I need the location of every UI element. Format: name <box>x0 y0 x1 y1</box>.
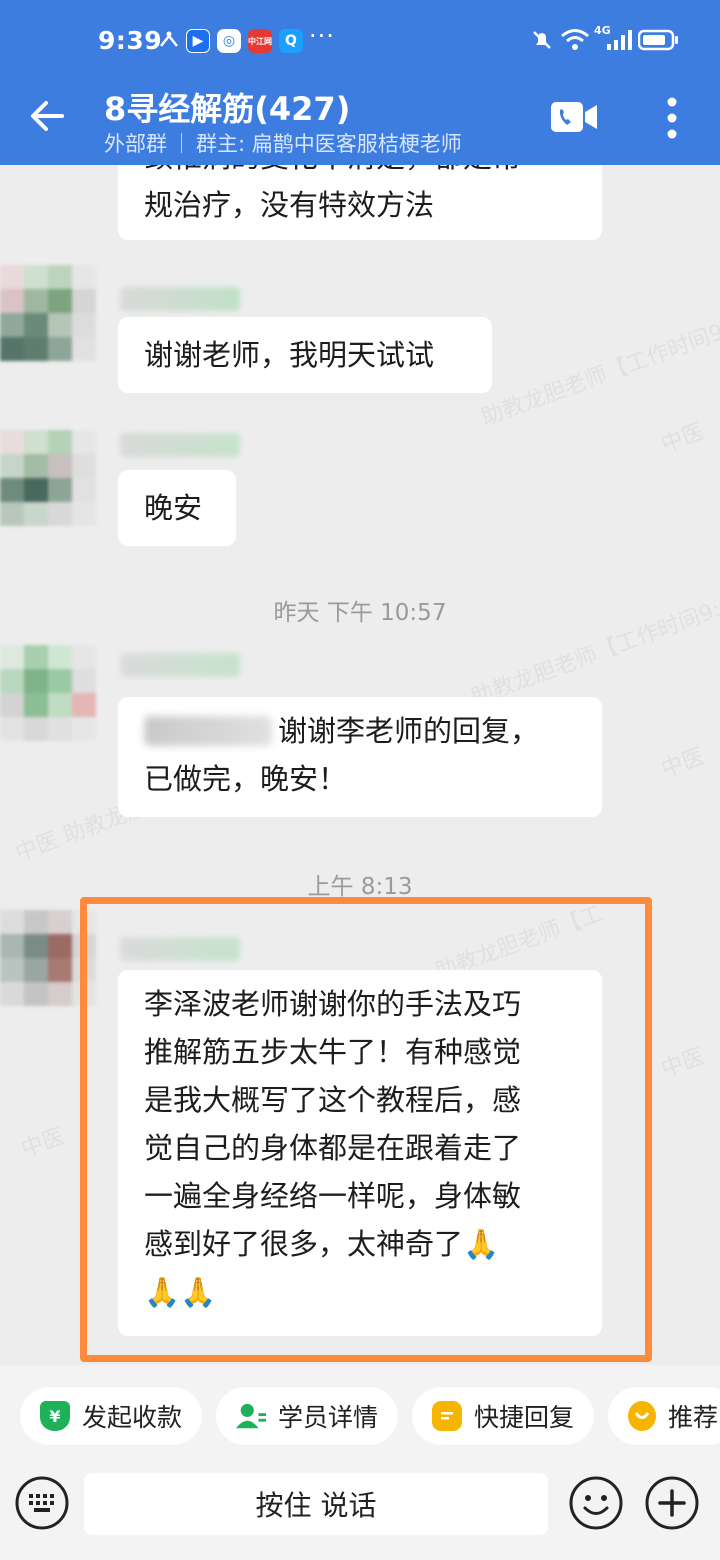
status-time: 9:39 <box>98 26 163 55</box>
wifi-icon <box>561 29 589 50</box>
emoji-icon[interactable] <box>568 1475 624 1531</box>
message-bubble[interactable]: 颈椎病的变化不清楚，都是常 规治疗，没有特效方法 <box>118 165 602 240</box>
message-line: 谢谢李老师的回复， <box>278 714 540 748</box>
message-line: 规治疗，没有特效方法 <box>144 188 435 222</box>
quick-action-quick-reply[interactable]: 快捷回复 <box>412 1387 595 1445</box>
message-line-wrap: 谢谢李老师的回复， <box>144 707 576 755</box>
message-line: 谢谢老师，我明天试试 <box>144 338 435 372</box>
app-icon-4: Q <box>279 29 303 53</box>
subtitle-divider <box>181 133 182 153</box>
recommend-icon <box>628 1401 656 1431</box>
sender-name <box>120 653 240 677</box>
chat-header: 9:39 ▶ ◎ 中江网 Q ··· 4G 8寻经解筋(427) 外部群 群主:… <box>0 0 720 165</box>
message-line: 已做完，晚安！ <box>144 762 348 796</box>
group-subtitle: 外部群 群主: 扁鹊中医客服桔梗老师 <box>104 128 462 158</box>
hold-to-talk-button[interactable]: 按住 说话 <box>84 1473 548 1535</box>
message-line: 晚安 <box>144 491 203 525</box>
group-tag: 外部群 <box>104 132 167 156</box>
more-notifications-icon: ··· <box>309 22 335 50</box>
sender-name <box>120 287 240 311</box>
keyboard-icon[interactable] <box>14 1475 70 1531</box>
chat-message-list[interactable]: 助教龙胆老师【工作时间9:00-18:00】 助教龙胆老师【工作时间9:00-1… <box>0 165 720 1365</box>
more-menu-icon[interactable] <box>658 96 686 140</box>
plus-icon[interactable] <box>644 1475 700 1531</box>
quick-action-student[interactable]: 学员详情 <box>216 1387 399 1445</box>
highlight-frame <box>80 897 652 1362</box>
status-bar: 9:39 ▶ ◎ 中江网 Q ··· 4G <box>0 18 720 66</box>
avatar[interactable] <box>0 645 96 741</box>
quick-action-label: 快捷回复 <box>474 1403 575 1432</box>
signal-icon <box>607 30 632 50</box>
message-bubble[interactable]: 晚安 <box>118 470 236 546</box>
chat-input-bar: 按住 说话 <box>0 1467 720 1560</box>
message-bubble[interactable]: 谢谢老师，我明天试试 <box>118 317 492 393</box>
avatar[interactable] <box>0 430 96 526</box>
quick-action-payment[interactable]: ¥ 发起收款 <box>20 1387 203 1445</box>
video-call-icon[interactable] <box>550 100 598 134</box>
message-bubble[interactable]: 谢谢李老师的回复， 已做完，晚安！ <box>118 697 602 817</box>
message-timestamp: 上午 8:13 <box>307 874 413 900</box>
battery-icon <box>638 29 678 51</box>
back-arrow-icon[interactable] <box>24 92 72 140</box>
quick-reply-icon <box>432 1401 462 1431</box>
sender-name <box>120 433 240 457</box>
quick-action-recommend[interactable]: 推荐 <box>608 1387 720 1445</box>
payment-icon: ¥ <box>40 1401 70 1431</box>
alarm-icon <box>160 31 178 47</box>
app-icon-2: ◎ <box>217 29 241 53</box>
avatar[interactable] <box>0 265 96 361</box>
quick-action-label: 推荐 <box>667 1403 718 1432</box>
group-title: 8寻经解筋(427) <box>104 90 351 128</box>
group-owner: 群主: 扁鹊中医客服桔梗老师 <box>196 132 462 156</box>
message-line: 颈椎病的变化不清楚，都是常 <box>144 165 576 181</box>
mute-icon <box>533 31 551 49</box>
app-icon-3: 中江网 <box>248 29 272 53</box>
app-icon-1: ▶ <box>186 29 210 53</box>
message-timestamp: 昨天 下午 10:57 <box>273 600 447 626</box>
quick-action-bar: ¥ 发起收款 学员详情 快捷回复 推荐 <box>0 1365 720 1467</box>
blurred-mention <box>144 716 272 746</box>
quick-action-label: 学员详情 <box>278 1403 379 1432</box>
quick-action-label: 发起收款 <box>82 1403 183 1432</box>
student-icon <box>236 1401 266 1431</box>
